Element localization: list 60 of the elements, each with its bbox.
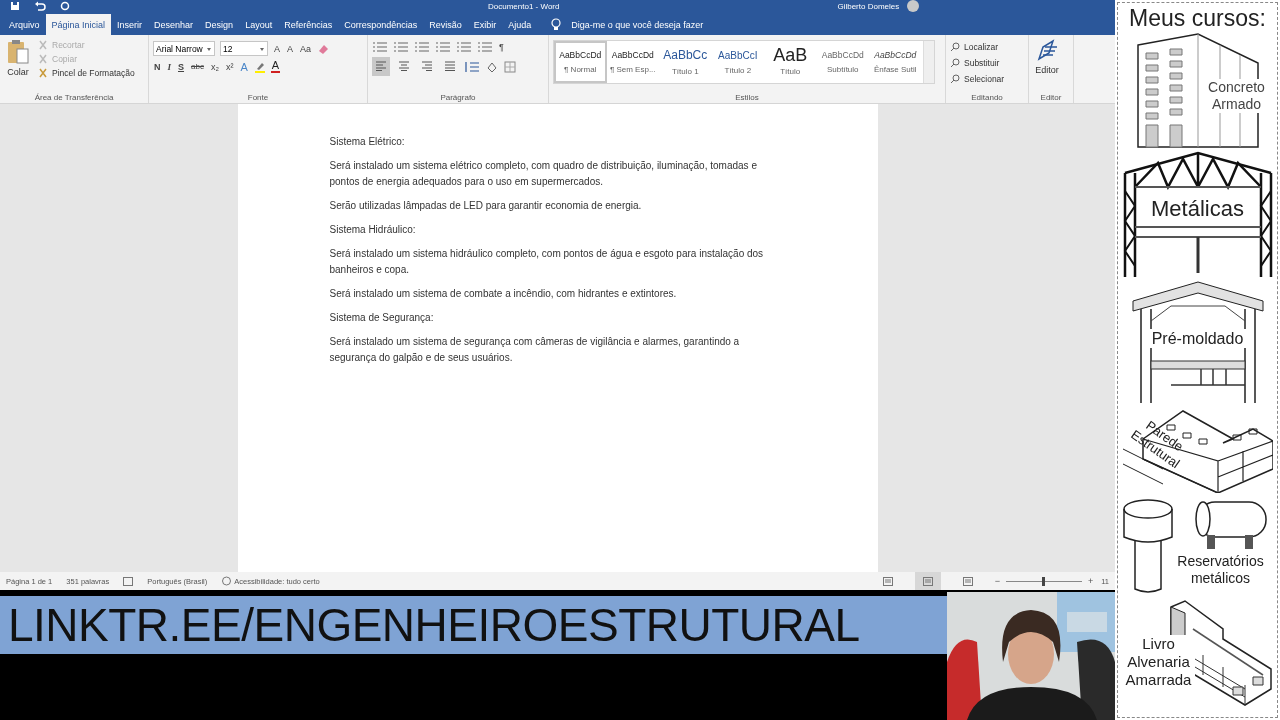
- ribbon-tab[interactable]: Desenhar: [148, 14, 200, 35]
- editing-action[interactable]: Selecionar: [950, 73, 1005, 85]
- link-banner: LINKTR.EE/ENGENHEIROESTRUTURAL: [0, 596, 947, 654]
- format-button[interactable]: N: [153, 61, 162, 72]
- ribbon-tab[interactable]: Layout: [239, 14, 279, 35]
- group-title: Fonte: [246, 93, 270, 102]
- style-item[interactable]: AaB Título: [764, 41, 817, 83]
- ribbon-tab[interactable]: Correspondências: [338, 14, 424, 35]
- format-button[interactable]: abc: [190, 62, 205, 71]
- style-item[interactable]: AaBbCcDd ¶ Sem Esp...: [606, 41, 659, 83]
- ribbon-tab[interactable]: Inserir: [111, 14, 149, 35]
- course-label: Concreto Armado: [1205, 79, 1268, 113]
- ribbon-tab[interactable]: Ajuda: [502, 14, 538, 35]
- font-color-button[interactable]: A: [270, 60, 281, 73]
- document-paragraph: Será instalado um sistema hidráulico completo, com pontos de água e esgoto para instalação dos banheiros e copa.: [329, 247, 765, 277]
- style-item[interactable]: AaBbCcDd ¶ Normal: [554, 41, 607, 83]
- font-size-button[interactable]: A: [273, 43, 281, 54]
- document-paragraph: Será instalado um sistema de segurança com câmeras de vigilância e alarmes, garantindo a segurança do galpão e de seus usuários.: [329, 335, 741, 365]
- format-button[interactable]: I: [166, 61, 172, 72]
- ribbon-tab[interactable]: Design: [199, 14, 240, 35]
- editing-action[interactable]: Substituir: [950, 57, 1000, 69]
- zoom-in-button[interactable]: +: [1087, 576, 1094, 586]
- editing-action[interactable]: Localizar: [950, 41, 999, 53]
- ribbon-tab[interactable]: Página Inicial: [45, 14, 112, 35]
- ribbon-tab[interactable]: Exibir: [467, 14, 503, 35]
- user-name: Gilberto Domeles: [837, 1, 900, 11]
- change-case-button[interactable]: Aa: [299, 43, 313, 54]
- group-title: Editando: [970, 93, 1004, 102]
- editor-button[interactable]: Editor: [1033, 37, 1061, 77]
- style-item[interactable]: AaBbCcDd Subtítulo: [816, 41, 869, 83]
- style-item[interactable]: AaBbCcI Título 2: [711, 41, 764, 83]
- show-marks-button[interactable]: ¶: [498, 42, 505, 52]
- group-title: Editor: [1039, 93, 1063, 102]
- group-title: Parágrafo: [439, 93, 477, 102]
- panel-title: Meus cursos:: [1129, 4, 1266, 33]
- style-item[interactable]: AaBbCcDd Ênfase Sutil: [869, 41, 922, 83]
- group-title: Estilos: [734, 93, 760, 102]
- search-field[interactable]: Diga-me o que você deseja fazer: [569, 18, 744, 31]
- format-button[interactable]: S: [177, 61, 186, 72]
- zoom-out-button[interactable]: −: [994, 576, 1000, 586]
- clipboard-action[interactable]: Pincel de Formatação: [38, 67, 135, 79]
- format-button[interactable]: x₂: [209, 61, 220, 72]
- font-size-field[interactable]: 12: [220, 41, 268, 56]
- ribbon-tab[interactable]: Referências: [278, 14, 339, 35]
- document-paragraph: Será instalado um sistema elétrico completo, com quadro de distribuição, iluminação, tomadas e pontos de energia adequados para o uso em supermercados.: [329, 159, 758, 189]
- text-effects-button[interactable]: A: [239, 60, 249, 73]
- document-paragraph: Sistema Elétrico:: [329, 135, 406, 149]
- font-size-button[interactable]: A: [286, 43, 295, 54]
- document-paragraph: Sistema de Segurança:: [329, 311, 435, 325]
- ribbon-tab[interactable]: Revisão: [423, 14, 468, 35]
- document-paragraph: Serão utilizadas lâmpadas de LED para garantir economia de energia.: [329, 199, 643, 213]
- document-paragraph: Sistema Hidráulico:: [329, 223, 417, 237]
- document-paragraph: Será instalado um sistema de combate a incêndio, com hidrantes e extintores.: [329, 287, 678, 301]
- paste-button[interactable]: Colar: [4, 37, 32, 79]
- format-button[interactable]: x²: [224, 61, 235, 72]
- style-item[interactable]: AaBbCc Título 1: [659, 41, 712, 83]
- ribbon-tab[interactable]: Arquivo: [3, 14, 46, 35]
- font-name-field[interactable]: Arial Narrow: [153, 41, 215, 56]
- group-title: Área de Transferência: [33, 93, 115, 102]
- window-title: Documento1 - Word: [488, 1, 560, 11]
